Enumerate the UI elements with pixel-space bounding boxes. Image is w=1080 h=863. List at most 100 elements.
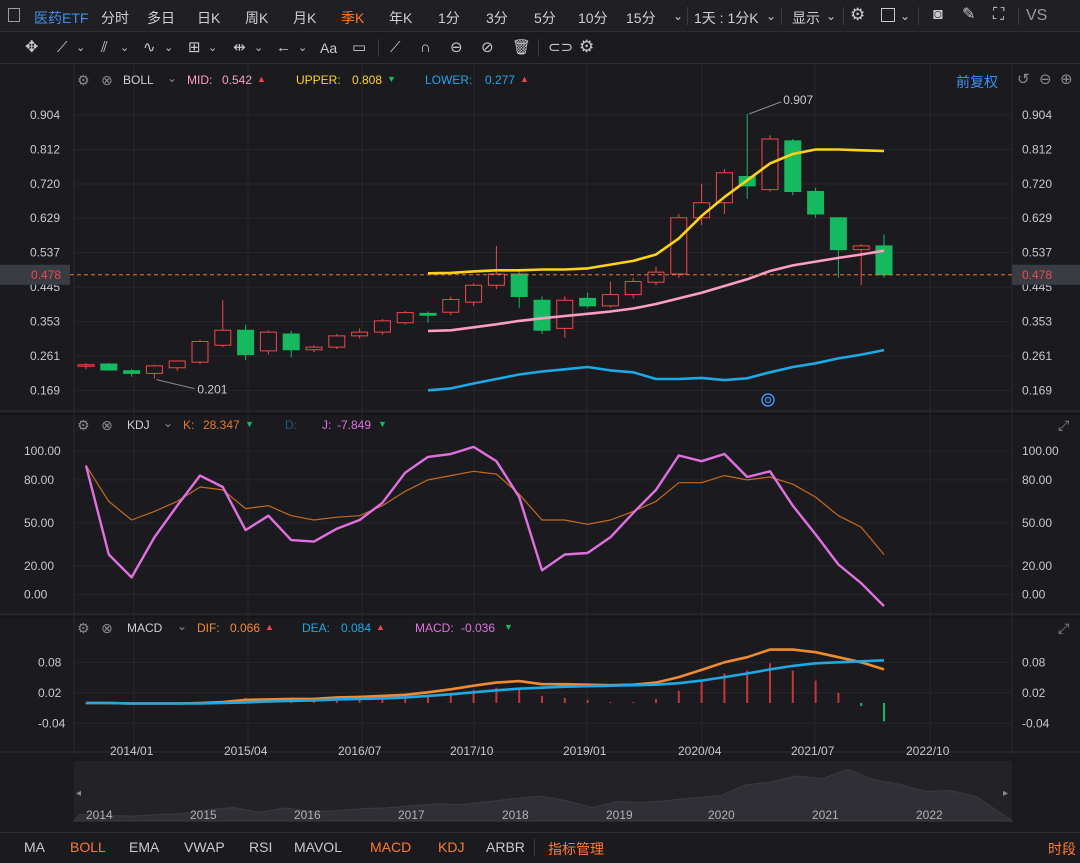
layout-icon[interactable] [881, 8, 895, 22]
indicator-tab[interactable]: EMA [129, 839, 159, 855]
period-tab[interactable]: 月K [293, 8, 316, 28]
macd-bar [700, 681, 703, 703]
kdj-close-icon[interactable]: ⊗ [101, 417, 113, 433]
macd-settings-icon[interactable]: ⚙ [77, 620, 90, 636]
indicator-tab-active[interactable]: MACD [370, 839, 411, 855]
indicator-manage-button[interactable]: 指标管理 [548, 839, 604, 859]
chevron-down-icon[interactable]: ⌄ [177, 619, 187, 633]
range-measure-icon[interactable]: ⇹ [233, 40, 246, 56]
wave-icon[interactable]: ∿ [143, 40, 156, 56]
kdj-j-line [84, 445, 885, 607]
y-tick-label-left: 80.00 [24, 473, 54, 487]
pencil-icon[interactable]: ✎ [962, 7, 975, 23]
indicator-tab[interactable]: MA [24, 839, 45, 855]
period-tab[interactable]: 多日 [147, 8, 175, 28]
y-tick-label-left: 0.08 [38, 655, 62, 669]
period-tab[interactable]: 5分 [534, 8, 556, 28]
chevron-down-icon[interactable]: ⌄ [900, 8, 910, 24]
arrow-left-icon[interactable]: ← [276, 40, 291, 56]
indicator-tab-active[interactable]: KDJ [438, 839, 464, 855]
grid-lines [0, 64, 1080, 754]
trash-icon[interactable]: 🗑 [512, 40, 531, 56]
chart-canvas[interactable]: 0.904 0.904 0.812 0.812 0.720 0.720 0.629 0.629… [0, 64, 1080, 832]
session-button[interactable]: 时段 [1048, 839, 1076, 859]
magnet-icon[interactable]: ∩ [420, 40, 431, 56]
overview-navigator[interactable]: ◂ ▸ 2014 2015 2016 2017 2018 2019 2020 2021 2022 [72, 761, 1014, 822]
lock-drawings-icon[interactable]: ⊖ [450, 40, 463, 56]
period-tab-active[interactable]: 季K [341, 8, 364, 28]
channel-icon[interactable]: ⫽ [101, 40, 108, 56]
indicator-tab[interactable]: VWAP [184, 839, 225, 855]
overview-year-label: 2015 [190, 808, 217, 822]
boll-close-icon[interactable]: ⊗ [101, 72, 113, 88]
chevron-down-icon[interactable]: ⌄ [163, 416, 173, 430]
period-tab[interactable]: 10分 [578, 8, 608, 28]
macd-bar [541, 695, 543, 703]
fullscreen-icon[interactable]: ⛶ [993, 7, 1004, 23]
chevron-down-icon[interactable]: ⌄ [120, 40, 129, 56]
divider [378, 39, 379, 57]
boll-upper-value: 0.808 [352, 73, 383, 87]
indicator-tab[interactable]: ARBR [486, 839, 525, 855]
chevron-down-icon[interactable]: ⌄ [673, 8, 683, 24]
boll-settings-icon[interactable]: ⚙ [77, 72, 90, 88]
expand-panel-icon[interactable]: ⤢ [1058, 620, 1069, 636]
macd-bar [746, 670, 749, 703]
candle-body [396, 312, 414, 324]
zoom-out-icon[interactable]: ⊖ [1039, 72, 1052, 88]
boll-indicator-name[interactable]: BOLL [123, 73, 154, 87]
compare-vs-button[interactable]: VS [1026, 7, 1047, 25]
settings-gear-icon[interactable]: ⚙ [850, 6, 865, 23]
period-tab[interactable]: 周K [245, 8, 268, 28]
fibonacci-icon[interactable]: ⊞ [188, 40, 201, 56]
text-tool-icon[interactable]: Aa [320, 40, 337, 56]
indicator-tab[interactable]: MAVOL [294, 839, 342, 855]
chevron-down-icon[interactable]: ⌄ [826, 8, 836, 24]
candle-body [191, 341, 209, 363]
current-price-label-left: 0.478 [31, 268, 61, 282]
interval-select[interactable]: 1天 : 1分K [694, 8, 759, 28]
adjust-mode-button[interactable]: 前复权 [956, 72, 998, 92]
eraser-line-icon[interactable]: ⟋ [390, 40, 401, 56]
indicator-tab-active[interactable]: BOLL [70, 839, 106, 855]
chevron-down-icon[interactable]: ⌄ [254, 40, 263, 56]
period-tab[interactable]: 分时 [101, 8, 129, 28]
comment-icon[interactable]: ▭ [352, 40, 366, 56]
macd-hist-value: -0.036 [461, 621, 496, 635]
hide-drawings-icon[interactable]: ⊘ [481, 40, 494, 56]
period-tab[interactable]: 15分 [626, 8, 656, 28]
period-tab[interactable]: 日K [197, 8, 220, 28]
zoom-in-icon[interactable]: ⊕ [1060, 72, 1073, 88]
boll-lower-value: 0.277 [485, 73, 516, 87]
drawing-settings-icon[interactable]: ⚙ [579, 38, 594, 55]
sidebar-toggle-icon[interactable] [8, 8, 20, 22]
kdj-settings-icon[interactable]: ⚙ [77, 417, 90, 433]
chevron-down-icon[interactable]: ⌄ [766, 8, 776, 24]
macd-bar [655, 698, 657, 703]
undo-icon[interactable]: ↺ [1017, 72, 1030, 88]
display-menu[interactable]: 显示 [792, 8, 820, 28]
link-icon[interactable]: ⊂⊃ [548, 40, 573, 56]
trend-line-icon[interactable]: ⟋ [57, 40, 68, 56]
indicator-tab[interactable]: RSI [249, 839, 272, 855]
candle-body [373, 320, 391, 333]
macd-indicator-name[interactable]: MACD [127, 621, 162, 635]
macd-close-icon[interactable]: ⊗ [101, 620, 113, 636]
candle-body [624, 281, 642, 296]
overview-year-label: 2020 [708, 808, 735, 822]
camera-icon[interactable]: ◙ [933, 7, 943, 23]
macd-bar [609, 701, 612, 703]
chevron-down-icon[interactable]: ⌄ [208, 40, 217, 56]
move-cross-icon[interactable]: ✥ [25, 40, 38, 56]
chevron-down-icon[interactable]: ⌄ [76, 40, 85, 56]
symbol-name[interactable]: 医药ETF [34, 8, 88, 28]
kdj-indicator-name[interactable]: KDJ [127, 418, 150, 432]
chevron-down-icon[interactable]: ⌄ [298, 40, 307, 56]
chevron-down-icon[interactable]: ⌄ [167, 71, 177, 85]
period-tab[interactable]: 年K [389, 8, 412, 28]
period-tab[interactable]: 3分 [486, 8, 508, 28]
expand-panel-icon[interactable]: ⤢ [1058, 417, 1069, 433]
candle-body [237, 329, 255, 356]
chevron-down-icon[interactable]: ⌄ [164, 40, 173, 56]
period-tab[interactable]: 1分 [438, 8, 460, 28]
